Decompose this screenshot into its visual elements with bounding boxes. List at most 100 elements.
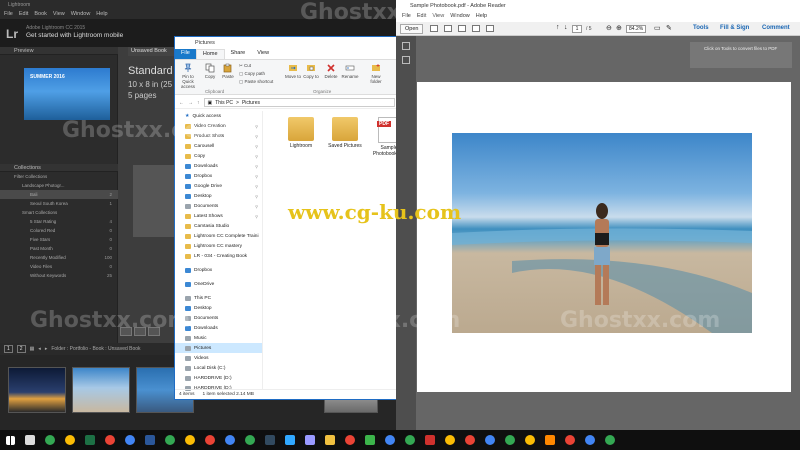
cut-button[interactable]: ✂ Cut [239, 63, 251, 69]
zoom-in-icon[interactable]: ⊕ [616, 24, 622, 32]
tab-file[interactable]: File [175, 49, 196, 59]
reader-menu-help[interactable]: Help [476, 13, 487, 22]
taskbar-chrome-button[interactable] [200, 430, 220, 450]
monitor-2-button[interactable]: 2 [16, 345, 26, 353]
taskbar-chrome-button[interactable] [520, 430, 540, 450]
collection-item[interactable]: Past Month 0 [0, 244, 118, 253]
back-icon[interactable]: ← [179, 100, 184, 106]
email-icon[interactable] [472, 25, 480, 32]
taskbar-search-button[interactable] [20, 430, 40, 450]
book-page-placeholder[interactable] [133, 165, 175, 237]
nav-item[interactable]: Camtasia Studio [175, 221, 262, 231]
copy-button[interactable]: Copy [203, 63, 217, 79]
tab-home[interactable]: Home [195, 49, 225, 59]
file-item-folder[interactable]: Saved Pictures [327, 117, 363, 149]
sign-icon[interactable]: ✎ [666, 24, 672, 32]
taskbar-chrome-button[interactable] [500, 430, 520, 450]
collection-item[interactable]: Filter Collections [0, 172, 118, 181]
nav-item[interactable]: Copy ⚲ [175, 151, 262, 161]
filmstrip-thumbnail[interactable] [8, 367, 66, 413]
breadcrumb-pictures[interactable]: Pictures [242, 100, 260, 106]
nav-item[interactable]: Desktop ⚲ [175, 191, 262, 201]
nav-item[interactable]: Downloads ⚲ [175, 161, 262, 171]
taskbar-explorer-button[interactable] [320, 430, 340, 450]
zoom-select[interactable]: 84.2% [626, 25, 646, 33]
nav-item[interactable]: Latest Shows ⚲ [175, 211, 262, 221]
tab-view[interactable]: View [251, 49, 275, 59]
taskbar-acrobat-button[interactable] [420, 430, 440, 450]
lr-menu-file[interactable]: File [4, 11, 13, 19]
collection-item[interactable]: Recently Modified 100 [0, 253, 118, 262]
comment-pane-button[interactable]: Comment [762, 25, 790, 31]
taskbar-chrome-button[interactable] [460, 430, 480, 450]
new-folder-button[interactable]: New folder [367, 63, 385, 84]
taskbar-chrome-button[interactable] [180, 430, 200, 450]
attachments-icon[interactable] [402, 56, 410, 64]
zoom-out-icon[interactable]: ⊖ [606, 24, 612, 32]
back-arrow-icon[interactable]: ◂ [38, 346, 41, 352]
taskbar-chrome-button[interactable] [340, 430, 360, 450]
filmstrip-thumbnail[interactable] [72, 367, 130, 413]
taskbar-chrome-button[interactable] [60, 430, 80, 450]
fit-page-icon[interactable]: ▭ [654, 24, 661, 32]
taskbar-word-button[interactable] [140, 430, 160, 450]
nav-item[interactable]: Music [175, 333, 262, 343]
taskbar-chrome-button[interactable] [480, 430, 500, 450]
nav-item[interactable]: Google Drive ⚲ [175, 181, 262, 191]
nav-item[interactable]: Documents ⚲ [175, 201, 262, 211]
taskbar-chrome-button[interactable] [120, 430, 140, 450]
nav-item[interactable]: This PC [175, 293, 262, 303]
collection-item[interactable]: Colored Red 0 [0, 226, 118, 235]
nav-item[interactable]: Lightroom CC Complete Traini [175, 231, 262, 241]
delete-button[interactable]: Delete [323, 63, 339, 79]
forward-arrow-icon[interactable]: ▸ [45, 346, 48, 352]
nav-item[interactable]: Videos [175, 353, 262, 363]
taskbar-excel-button[interactable] [80, 430, 100, 450]
copy-path-button[interactable]: ▢ Copy path [239, 71, 265, 77]
tab-share[interactable]: Share [225, 49, 252, 59]
create-pdf-icon[interactable] [430, 25, 438, 32]
fill-and-sign-button[interactable]: Fill & Sign [720, 25, 749, 31]
tools-pane-button[interactable]: Tools [693, 25, 709, 31]
taskbar-chrome-button[interactable] [580, 430, 600, 450]
filmstrip-source-path[interactable]: Folder : Portfolio - Book : Unsaved Book [51, 346, 140, 352]
print-icon[interactable] [458, 25, 466, 32]
nav-item[interactable]: HARDDRIVE (D:) [175, 373, 262, 383]
unsaved-book-tab[interactable]: Unsaved Book [128, 47, 180, 56]
nav-item[interactable]: Dropbox [175, 265, 262, 275]
taskbar-chrome-button[interactable] [220, 430, 240, 450]
taskbar-chrome-button[interactable] [240, 430, 260, 450]
nav-item[interactable]: Dropbox ⚲ [175, 171, 262, 181]
taskbar-chrome-button[interactable] [400, 430, 420, 450]
grid-icon[interactable]: ▦ [30, 346, 35, 352]
rename-button[interactable]: Rename [341, 63, 359, 79]
nav-item[interactable]: OneDrive [175, 279, 262, 289]
collection-item[interactable]: Landscape Photogr... [0, 181, 118, 190]
collection-item[interactable]: Video Files 0 [0, 262, 118, 271]
lr-menu-window[interactable]: Window [71, 11, 91, 19]
forward-icon[interactable]: → [188, 100, 193, 106]
up-icon[interactable]: ↑ [197, 100, 200, 106]
lr-menu-edit[interactable]: Edit [19, 11, 28, 19]
preview-panel-header[interactable]: Preview [0, 47, 118, 55]
next-page-icon[interactable]: ↓ [564, 24, 568, 31]
collection-item[interactable]: Five Stars 0 [0, 235, 118, 244]
copy-to-button[interactable]: Copy to [303, 63, 319, 79]
taskbar-start-button[interactable] [0, 430, 20, 450]
lr-menu-book[interactable]: Book [34, 11, 47, 19]
collection-item[interactable]: Bali 2 [0, 190, 118, 199]
move-to-button[interactable]: Move to [285, 63, 301, 79]
taskbar-lightroom-button[interactable] [260, 430, 280, 450]
lightroom-mobile-link[interactable]: Get started with Lightroom mobile [26, 32, 123, 39]
taskbar-chrome-button[interactable] [40, 430, 60, 450]
taskbar-chrome-button[interactable] [560, 430, 580, 450]
page-number-input[interactable]: 1 [572, 25, 582, 33]
lr-menu-view[interactable]: View [53, 11, 65, 19]
paste-button[interactable]: Paste [221, 63, 235, 79]
monitor-1-button[interactable]: 1 [4, 345, 13, 353]
file-item-folder[interactable]: Lightroom [283, 117, 319, 149]
open-button[interactable]: Open [400, 24, 424, 34]
taskbar-chrome-button[interactable] [100, 430, 120, 450]
collection-item[interactable]: Seoul South Korea 1 [0, 199, 118, 208]
taskbar-chrome-button[interactable] [440, 430, 460, 450]
